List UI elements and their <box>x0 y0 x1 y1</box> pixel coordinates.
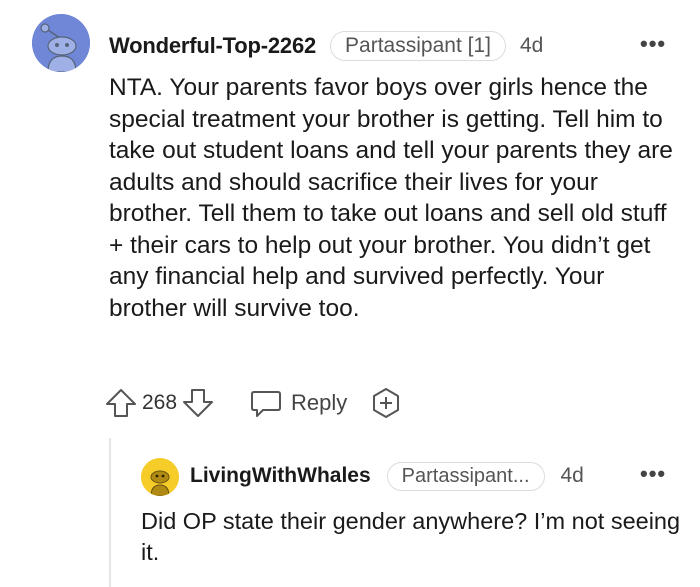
reply-button[interactable]: Reply <box>249 386 347 420</box>
comment-age[interactable]: 4d <box>561 464 584 488</box>
more-options-icon[interactable]: ••• <box>640 31 666 57</box>
downvote-arrow-icon[interactable] <box>181 386 215 420</box>
username[interactable]: LivingWithWhales <box>190 464 371 488</box>
user-flair: Partassipant... <box>386 461 545 491</box>
comment-body: Did OP state their gender anywhere? I’m … <box>141 508 681 565</box>
more-options-icon[interactable]: ••• <box>640 461 666 487</box>
snoo-avatar-icon <box>32 14 90 72</box>
reply-label: Reply <box>291 390 348 415</box>
upvote-arrow-icon[interactable] <box>104 386 138 420</box>
comment-header: LivingWithWhales Partassipant... 4d <box>190 456 584 496</box>
avatar[interactable] <box>141 458 179 496</box>
reply-comment: LivingWithWhales Partassipant... 4d ••• … <box>0 440 700 587</box>
user-flair: Partassipant [1] <box>330 31 506 61</box>
comment-age[interactable]: 4d <box>520 34 543 58</box>
vote-count: 268 <box>142 391 178 414</box>
avatar[interactable] <box>32 14 90 72</box>
comment: Wonderful-Top-2262 Partassipant [1] 4d •… <box>0 0 700 430</box>
award-plus-icon <box>373 388 400 418</box>
comment-body: NTA. Your parents favor boys over girls … <box>109 74 673 322</box>
username[interactable]: Wonderful-Top-2262 <box>109 33 316 59</box>
comment-actions: 268 Reply <box>104 386 403 420</box>
award-button[interactable] <box>369 386 403 420</box>
speech-bubble-icon <box>249 386 283 420</box>
snoo-avatar-icon <box>141 458 179 496</box>
comment-header: Wonderful-Top-2262 Partassipant [1] 4d <box>109 26 543 66</box>
